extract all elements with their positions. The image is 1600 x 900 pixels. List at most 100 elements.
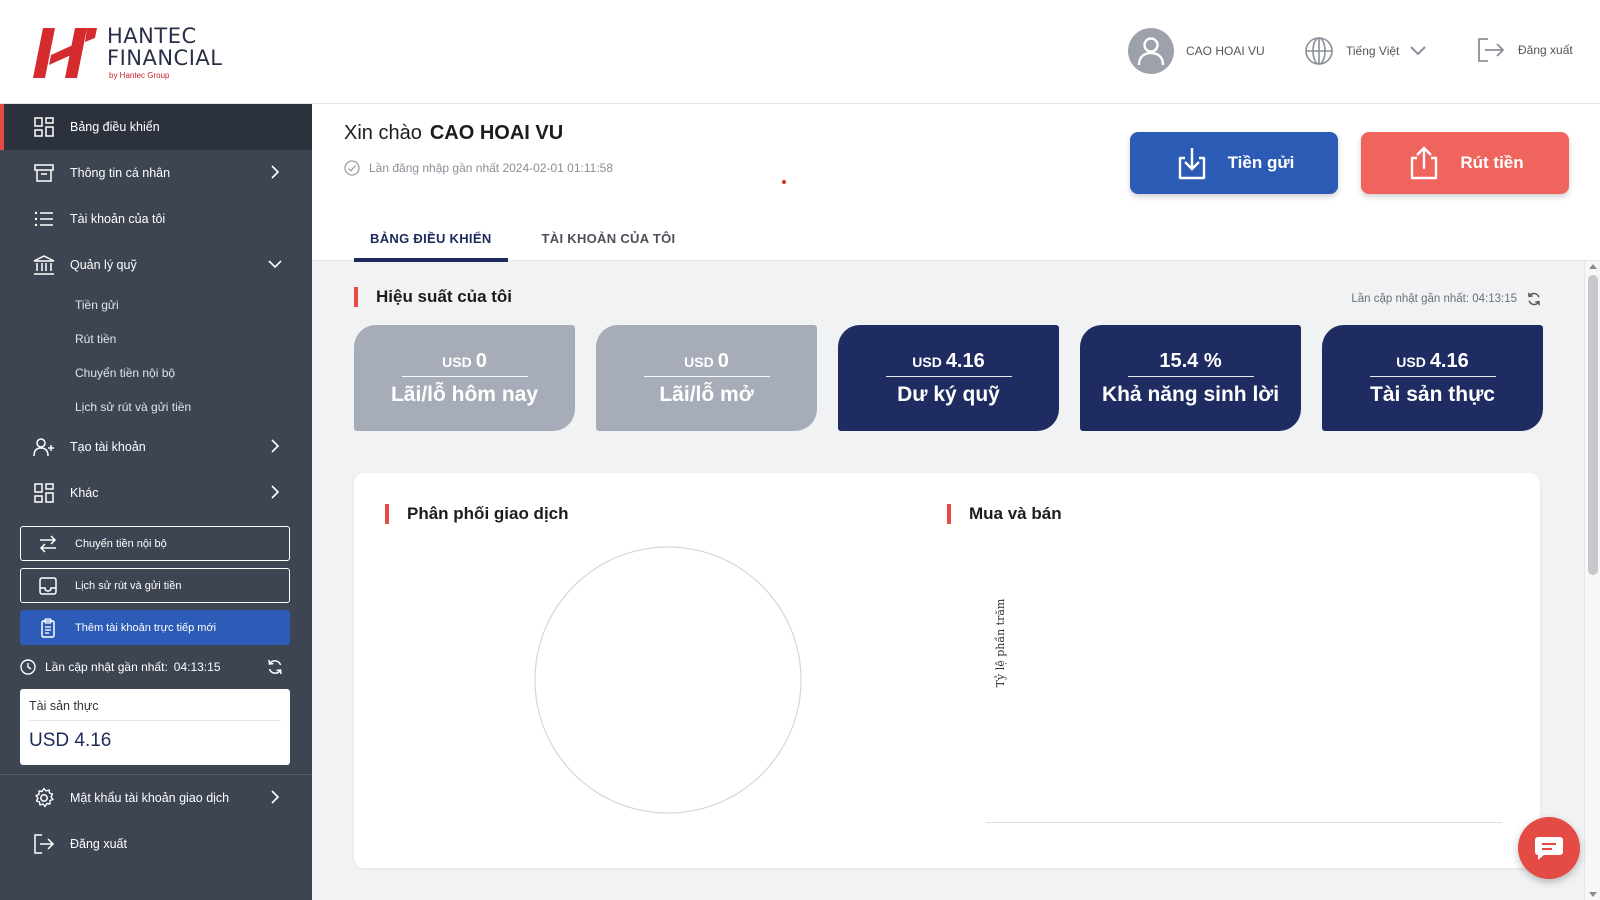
add-live-account-button[interactable]: Thêm tài khoản trực tiếp mới [20,610,290,645]
sidebar-item-label: Thông tin cá nhân [70,166,171,180]
sidebar-last-update: Lần cập nhật gần nhất: 04:13:15 [20,657,290,677]
card-amount: 0 [717,349,729,372]
sidebar-item-label: Khác [70,486,99,500]
user-menu[interactable]: CAO HOAI VU [1128,28,1265,74]
scroll-up-arrow-icon[interactable] [1589,264,1597,269]
header-logout-button[interactable]: Đăng xuất [1476,36,1573,64]
avatar [1128,28,1174,74]
distribution-chart-title: Phân phối giao dịch [407,504,569,523]
sidebar-update-label: Lần cập nhật gần nhất: [45,660,168,674]
withdraw-label: Rút tiền [1460,153,1524,172]
sidebar-item-personal-info[interactable]: Thông tin cá nhân [0,150,312,196]
equity-value: USD 4.16 [29,730,112,751]
sidebar-item-dashboard[interactable]: Bảng điều khiển [0,104,312,150]
performance-title: Hiệu suất của tôi [376,287,513,306]
card-currency: USD [912,353,942,370]
distribution-chart-heading: Phân phối giao dịch [385,504,569,524]
sidebar-subitem-history[interactable]: Lịch sử rút và gửi tiền [0,390,312,424]
sidebar-item-logout[interactable]: Đăng xuất [0,821,312,867]
greeting-prefix: Xin chào [344,122,422,144]
hantec-logo[interactable]: HANTEC FINANCIAL by Hantec Group [33,26,222,80]
logout-icon [34,834,55,854]
buysell-x-axis [986,822,1502,823]
sidebar-update-time: 04:13:15 [173,660,221,674]
accent-bar [354,287,358,307]
performance-cards: USD 0 Lãi/lỗ hôm nay USD 0 Lãi/lỗ mở USD 4.… [354,325,1543,431]
dashboard-content: Hiệu suất của tôi Lần cập nhật gần nhất:… [312,261,1584,900]
accent-bar [385,504,389,524]
card-margin-balance: USD 4.16 Dư ký quỹ [838,325,1059,431]
refresh-icon[interactable] [266,658,284,676]
scroll-down-arrow-icon[interactable] [1589,892,1597,897]
internal-transfer-label: Chuyển tiền nội bộ [75,537,167,550]
archive-icon [34,164,54,182]
performance-last-update: Lần cập nhật gần nhất: 04:13:15 [1351,291,1542,307]
withdraw-button[interactable]: Rút tiền [1361,132,1569,194]
chevron-right-icon [271,485,280,499]
card-label: Khả năng sinh lời [1101,382,1280,406]
accent-bar [947,504,951,524]
sidebar-subitem-deposit[interactable]: Tiền gửi [0,288,312,322]
last-login: Lần đăng nhập gần nhất 2024-02-01 01:11:… [344,160,613,176]
main-scrollbar[interactable] [1584,261,1600,900]
sidebar-subitem-internal-transfer[interactable]: Chuyển tiền nội bộ [0,356,312,390]
sidebar-item-fund-management[interactable]: Quản lý quỹ [0,242,312,288]
chat-icon [1535,837,1563,860]
language-selector[interactable]: Tiếng Việt [1304,36,1427,66]
grid-icon [34,117,54,137]
charts-panel: Phân phối giao dịch Mua và bán Tỷ lệ phầ… [354,473,1540,868]
sidebar-item-my-accounts[interactable]: Tài khoản của tôi [0,196,312,242]
card-open-pnl: USD 0 Lãi/lỗ mở [596,325,817,431]
tab-my-accounts[interactable]: TÀI KHOẢN CỦA TÔI [526,216,692,261]
sidebar-item-label: Mật khẩu tài khoản giao dịch [70,791,230,805]
equity-label: Tài sản thực [29,699,281,721]
card-label: Lãi/lỗ hôm nay [390,382,539,406]
transaction-history-button[interactable]: Lịch sử rút và gửi tiền [20,568,290,603]
card-value: USD 0 [401,349,528,377]
refresh-icon[interactable] [1526,291,1542,307]
transaction-history-label: Lịch sử rút và gửi tiền [75,579,182,592]
card-value: USD 4.16 [885,349,1012,377]
chevron-right-icon [271,439,280,453]
gear-icon [35,787,54,808]
performance-heading: Hiệu suất của tôi [354,287,512,307]
language-label: Tiếng Việt [1346,44,1400,58]
sidebar-item-create-account[interactable]: Tạo tài khoản [0,424,312,470]
sidebar-item-trading-password[interactable]: Mật khẩu tài khoản giao dịch [0,775,312,821]
deposit-button[interactable]: Tiền gửi [1130,132,1338,194]
user-icon [1137,37,1165,66]
card-value: 15.4 % [1127,349,1254,377]
buysell-y-axis-label: Tỷ lệ phần trăm [994,598,1007,688]
last-login-text: Lần đăng nhập gần nhất 2024-02-01 01:11:… [369,161,613,175]
sidebar-item-label: Bảng điều khiển [70,120,160,134]
performance-update-text: Lần cập nhật gần nhất: 04:13:15 [1351,293,1517,305]
card-currency: USD [1396,353,1426,370]
scroll-thumb[interactable] [1588,275,1598,575]
logo-subtext: by Hantec Group [109,71,170,80]
sidebar: Bảng điều khiển Thông tin cá nhân Tài kh… [0,104,312,900]
card-amount: 15.4 % [1159,349,1222,372]
grid-icon [34,483,54,503]
sidebar-item-other[interactable]: Khác [0,470,312,516]
chevron-down-icon [1410,46,1427,56]
check-circle-icon [344,160,360,176]
card-amount: 0 [475,349,487,372]
clock-icon [20,659,36,675]
welcome-panel: Xin chào CAO HOAI VU Lần đăng nhập gần nh… [312,104,1600,262]
logout-icon [1478,38,1505,62]
tab-dashboard[interactable]: BẢNG ĐIỀU KHIỂN [354,216,508,262]
card-amount: 4.16 [945,349,985,372]
clipboard-icon [41,617,55,638]
inbox-icon [39,576,57,595]
chat-button[interactable] [1518,817,1580,879]
header-user-name: CAO HOAI VU [1186,44,1265,58]
chevron-down-icon [268,260,282,269]
internal-transfer-button[interactable]: Chuyển tiền nội bộ [20,526,290,561]
distribution-pie-chart [534,546,802,814]
sidebar-subitem-withdraw[interactable]: Rút tiền [0,322,312,356]
top-header: HANTEC FINANCIAL by Hantec Group CAO HOA… [0,0,1600,104]
card-value: USD 4.16 [1369,350,1496,377]
card-profitability: 15.4 % Khả năng sinh lời [1080,325,1301,431]
sidebar-item-label: Tài khoản của tôi [70,212,166,226]
card-currency: USD [442,353,472,370]
